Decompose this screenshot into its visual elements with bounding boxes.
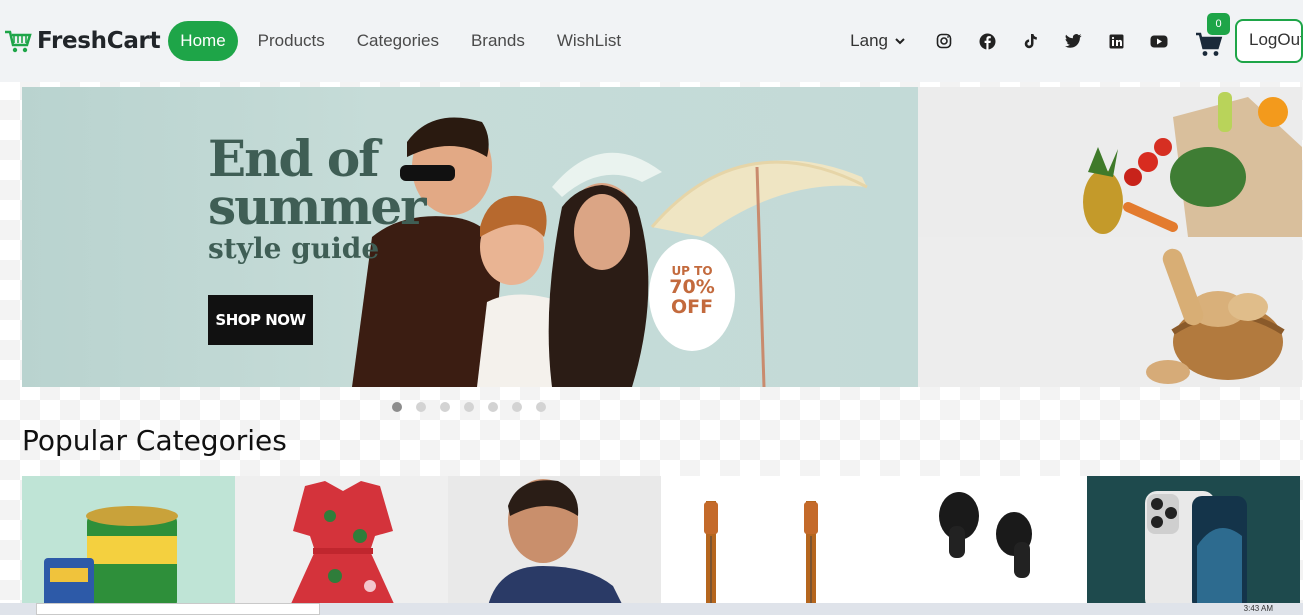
slider-dot[interactable] xyxy=(512,402,522,412)
navbar: FreshCart Home Products Categories Brand… xyxy=(0,0,1303,82)
guitars-image xyxy=(704,501,818,606)
slider-dot[interactable] xyxy=(440,402,450,412)
category-card-mobiles[interactable] xyxy=(1087,476,1300,606)
nav-wishlist[interactable]: WishList xyxy=(545,21,633,61)
headline-line-3: style guide xyxy=(208,232,380,265)
lang-label: Lang xyxy=(850,31,888,50)
slider-dot[interactable] xyxy=(536,402,546,412)
offer-off: OFF xyxy=(670,295,714,318)
chevron-down-icon xyxy=(895,38,905,45)
cart-button[interactable]: 0 xyxy=(1195,13,1230,56)
offer-badge: UP TO 70% OFF xyxy=(649,239,735,351)
nav-home[interactable]: Home xyxy=(168,21,238,61)
youtube-icon[interactable] xyxy=(1150,32,1168,50)
grocery-image xyxy=(44,506,178,606)
nav-categories[interactable]: Categories xyxy=(345,21,451,61)
category-card-electronics[interactable] xyxy=(874,476,1087,606)
menswear-image xyxy=(488,479,623,606)
phone-image xyxy=(1145,491,1247,606)
main-menu: Home Products Categories Brands WishList xyxy=(168,21,641,61)
brand[interactable]: FreshCart xyxy=(4,28,161,54)
category-card-men[interactable] xyxy=(448,476,661,606)
groceries-bag-image xyxy=(1083,92,1302,237)
taskbar-search[interactable] xyxy=(36,603,320,615)
logout-button[interactable]: LogOut xyxy=(1235,19,1303,63)
hero-headline: End of summer style guide xyxy=(208,129,426,265)
headline-line-2: summer xyxy=(208,176,426,236)
facebook-icon[interactable] xyxy=(978,32,996,50)
side-banner-bread xyxy=(918,237,1302,387)
cart-icon xyxy=(5,30,32,53)
social-links xyxy=(935,32,1193,50)
main-slider[interactable]: End of summer style guide SHOP NOW UP TO… xyxy=(22,87,918,387)
navbar-right: Lang 0 LogOut xyxy=(850,0,1303,82)
shop-now-button[interactable]: SHOP NOW xyxy=(208,295,313,345)
offer-percent: 70% xyxy=(669,275,715,298)
slider-dot[interactable] xyxy=(392,402,402,412)
category-card-women[interactable] xyxy=(235,476,448,606)
slider-dot[interactable] xyxy=(488,402,498,412)
nav-brands[interactable]: Brands xyxy=(459,21,537,61)
section-title: Popular Categories xyxy=(22,424,287,457)
brand-name: FreshCart xyxy=(37,28,161,54)
nav-products[interactable]: Products xyxy=(246,21,337,61)
shopping-cart-icon xyxy=(1196,32,1223,56)
linkedin-icon[interactable] xyxy=(1107,32,1125,50)
earbuds-image xyxy=(939,492,1032,578)
side-banner-groceries xyxy=(918,87,1302,237)
hero-illustration xyxy=(352,117,868,387)
tiktok-icon[interactable] xyxy=(1021,32,1039,50)
instagram-icon[interactable] xyxy=(935,32,953,50)
categories-slider xyxy=(22,476,1300,606)
slider-dots xyxy=(392,402,560,412)
slider-dot[interactable] xyxy=(416,402,426,412)
headline-line-1: End of xyxy=(208,129,380,188)
dress-image xyxy=(290,481,395,606)
twitter-icon[interactable] xyxy=(1064,32,1082,50)
category-card-grocery[interactable] xyxy=(22,476,235,606)
category-card-music[interactable] xyxy=(661,476,874,606)
cart-count-badge: 0 xyxy=(1207,13,1230,35)
taskbar-clock: 3:43 AM xyxy=(1243,604,1273,613)
bread-basket-image xyxy=(1146,248,1285,384)
lang-dropdown[interactable]: Lang xyxy=(850,31,905,51)
slider-dot[interactable] xyxy=(464,402,474,412)
